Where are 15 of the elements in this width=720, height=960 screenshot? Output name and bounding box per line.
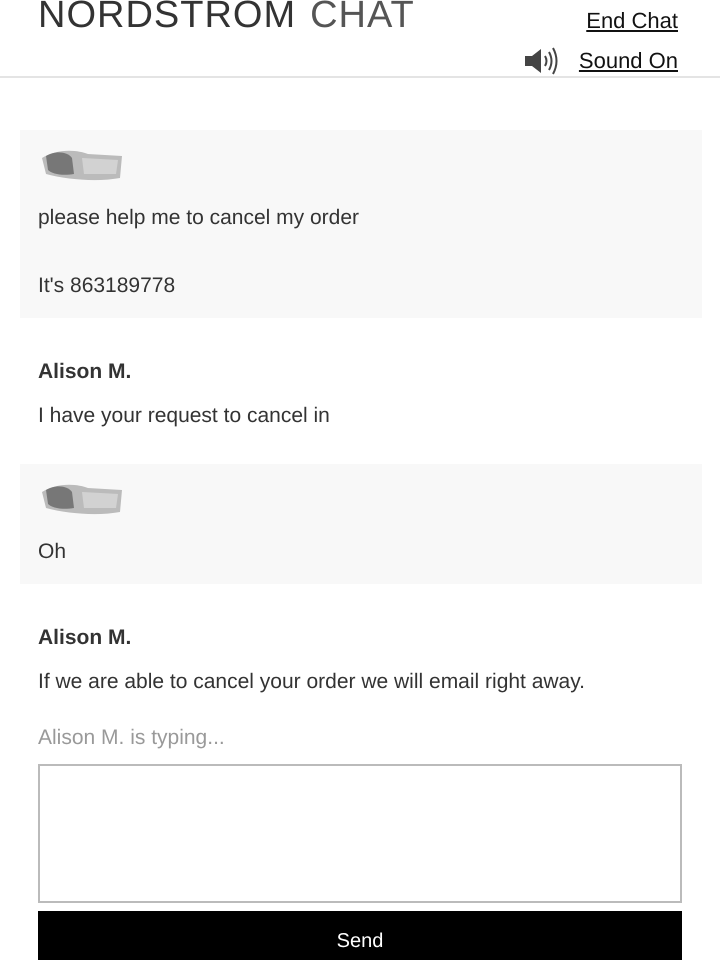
message-text: please help me to cancel my order: [38, 206, 360, 230]
message-input[interactable]: [38, 764, 682, 904]
sound-toggle-link[interactable]: Sound On: [578, 48, 678, 74]
message-text: If we are able to cancel your order we will email right away.: [38, 670, 586, 694]
brand-logo: NORDSTROM: [38, 0, 296, 34]
message-text: I have your request to cancel in: [38, 404, 331, 428]
author-name: Alison M.: [38, 626, 132, 650]
message-text: It's 863189778: [38, 274, 176, 298]
author-name: Alison M.: [38, 360, 132, 384]
send-button[interactable]: Send: [38, 911, 682, 960]
end-chat-link[interactable]: End Chat: [586, 8, 678, 34]
chat-title: CHAT: [310, 0, 415, 34]
typing-status: Alison M. is typing...: [38, 726, 226, 750]
speaker-icon[interactable]: [522, 46, 559, 76]
message-text: Oh: [38, 540, 68, 564]
